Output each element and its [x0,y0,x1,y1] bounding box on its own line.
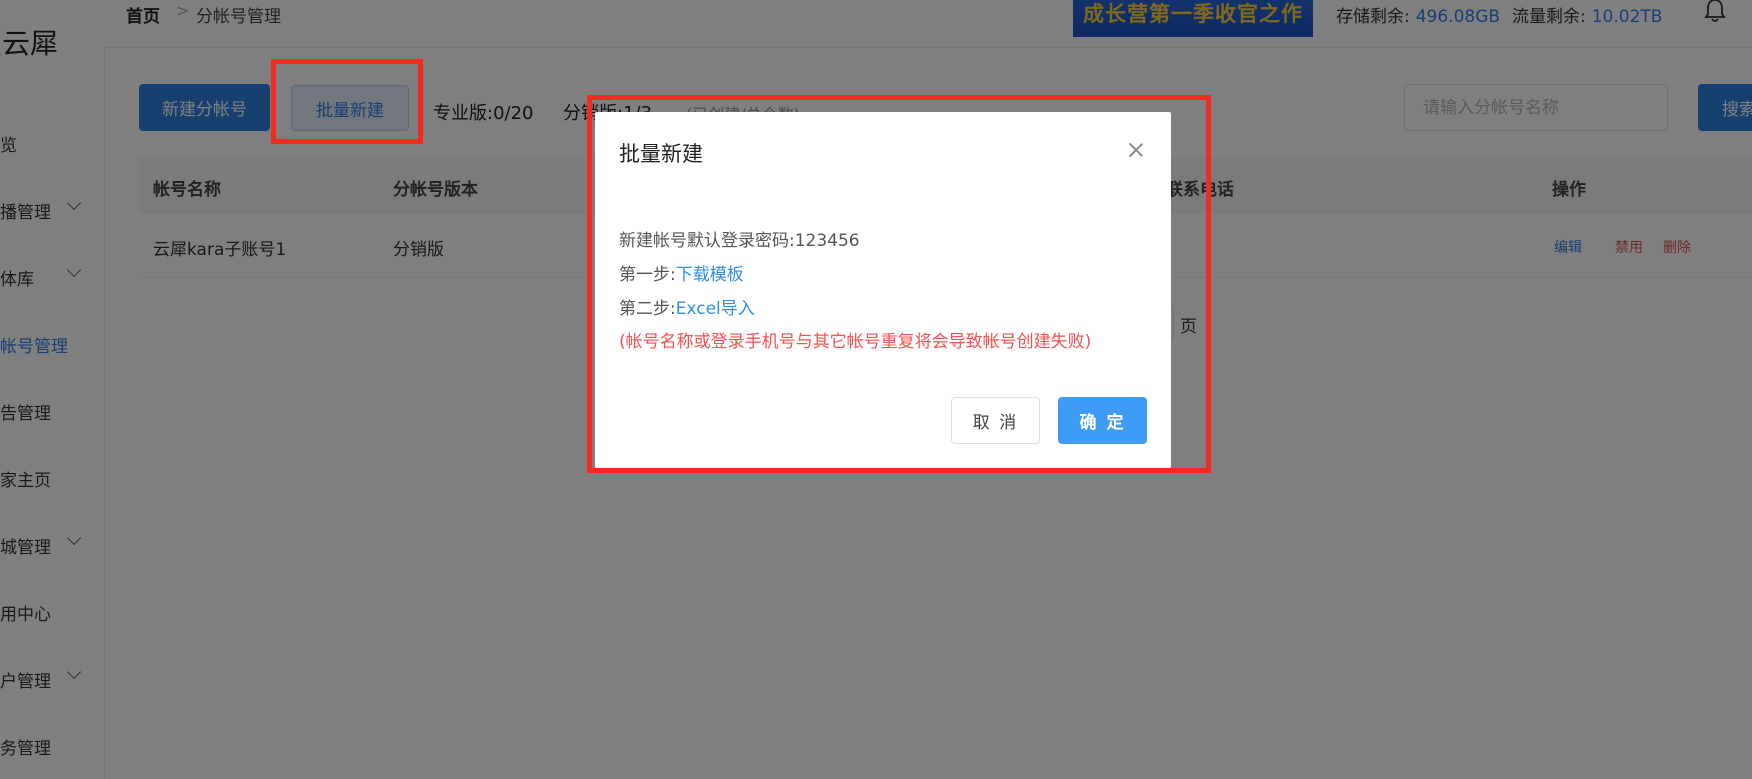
highlight-box-batch-button [271,59,423,144]
highlight-box-dialog [587,95,1211,473]
